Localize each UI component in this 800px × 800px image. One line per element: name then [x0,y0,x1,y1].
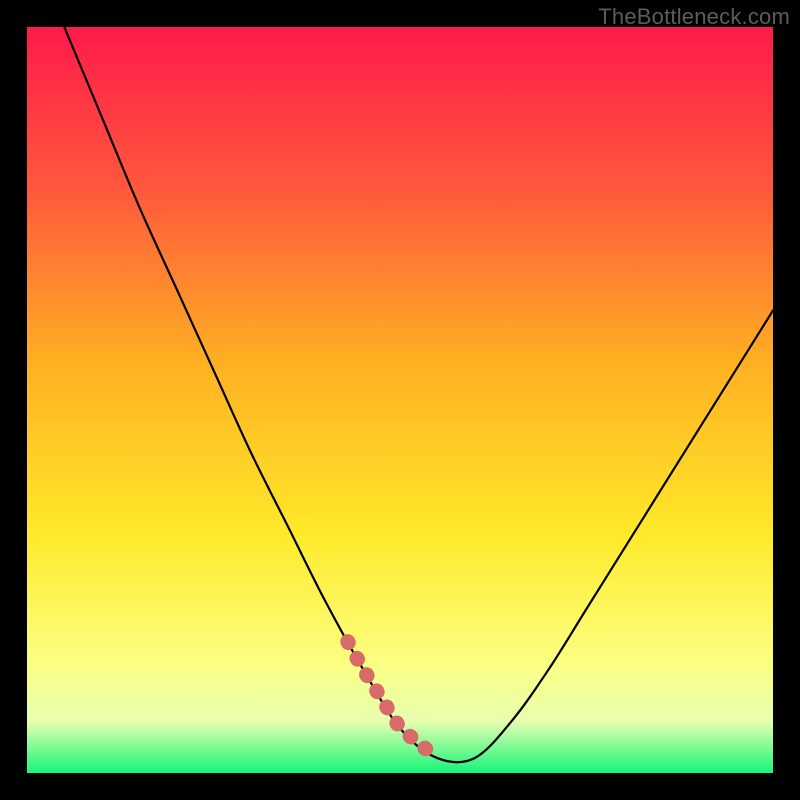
chart-frame: TheBottleneck.com [0,0,800,800]
gradient-background [27,27,773,773]
chart-plot [27,27,773,773]
